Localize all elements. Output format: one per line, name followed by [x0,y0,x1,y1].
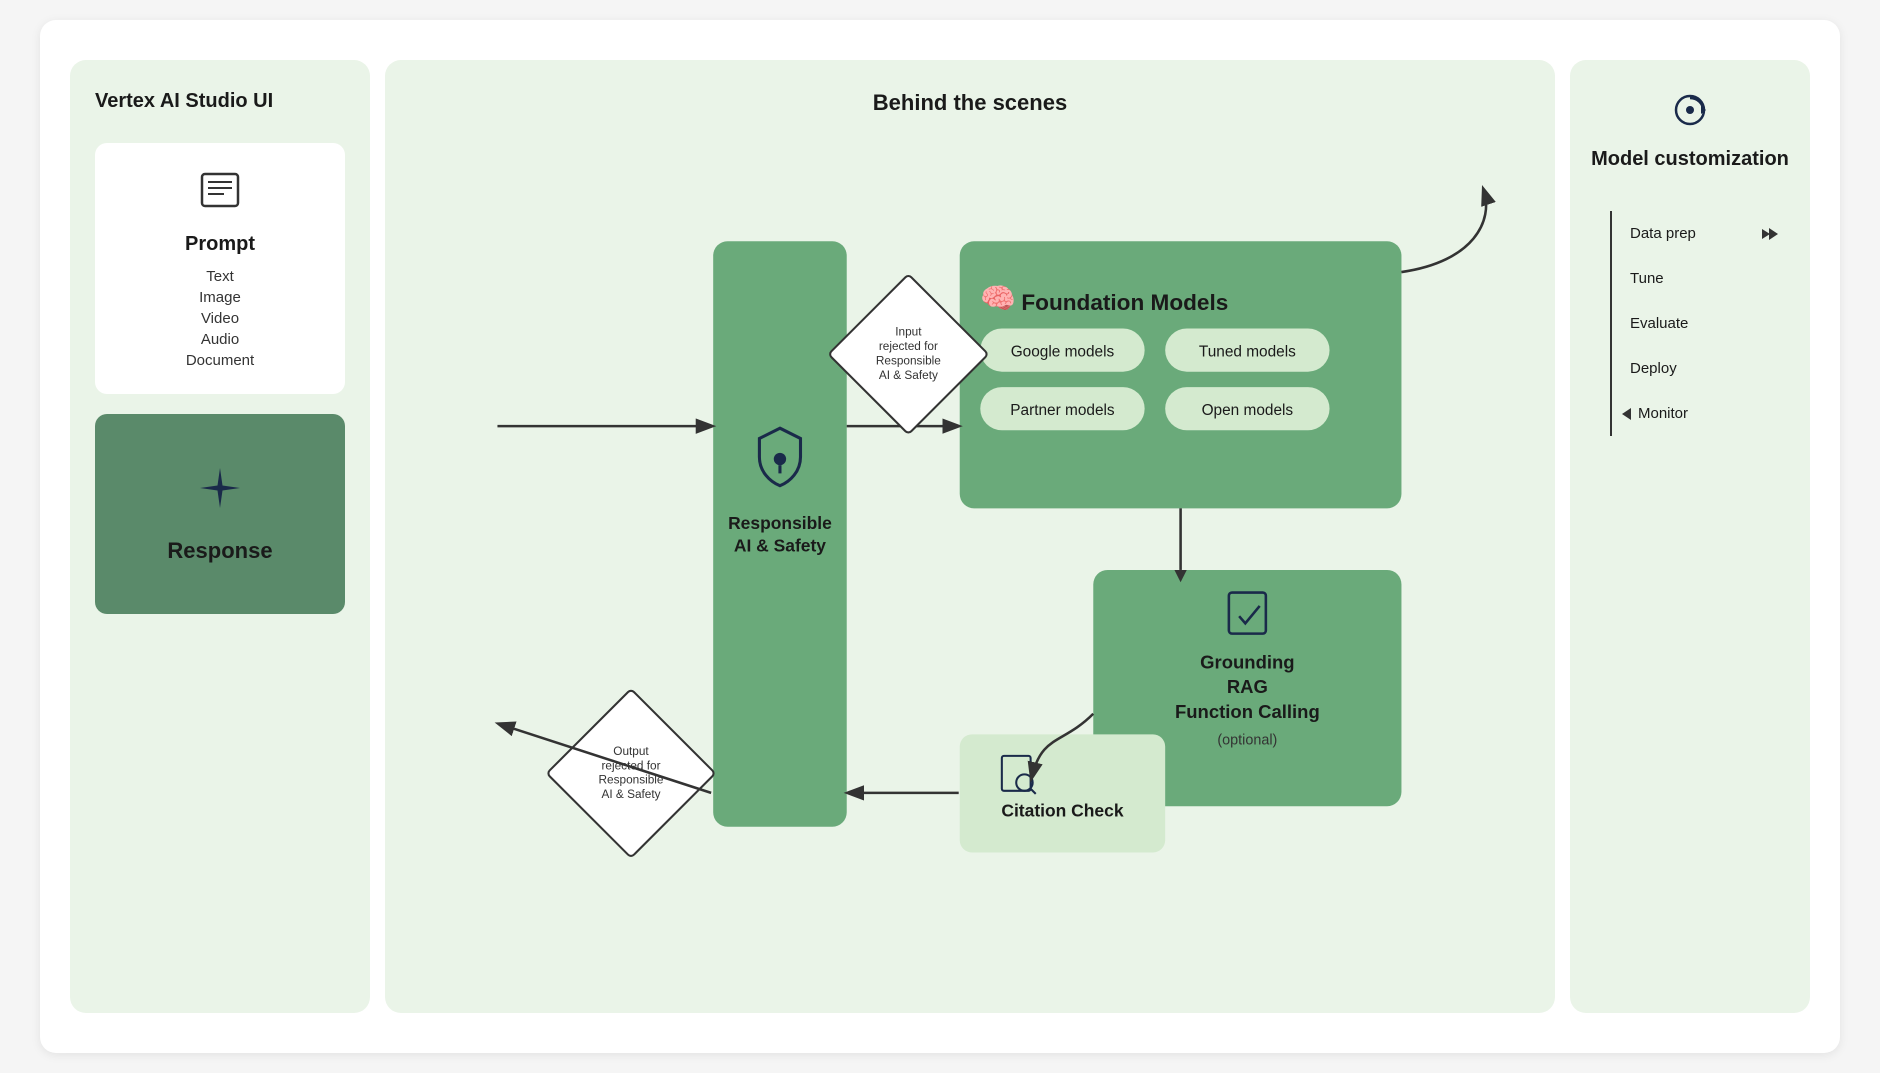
refresh-icon [1670,90,1710,138]
step-tune: Tune [1610,256,1770,301]
prompt-title: Prompt [185,233,255,256]
prompt-item-video: Video [201,310,239,327]
svg-text:Google models: Google models [1011,343,1115,360]
prompt-icon [198,168,242,221]
fm-title: Foundation Models [1021,290,1228,315]
right-panel: Model customization Data prep Tune Evalu… [1570,60,1810,1013]
right-panel-title: Model customization [1591,148,1789,171]
svg-text:(optional): (optional) [1217,733,1277,749]
response-title: Response [167,538,272,564]
diagram-area: Responsible AI & Safety 🧠 Foundation Mod… [405,136,1535,983]
svg-text:Citation Check: Citation Check [1001,800,1123,820]
middle-title: Behind the scenes [405,90,1535,116]
step-data-prep: Data prep [1610,211,1770,256]
svg-text:Function Calling: Function Calling [1175,701,1320,722]
svg-text:Tuned models: Tuned models [1199,343,1296,360]
star-icon [196,464,244,522]
svg-text:RAG: RAG [1227,676,1268,697]
svg-text:Output: Output [613,744,649,758]
prompt-item-text: Text [206,268,234,285]
left-panel: Vertex AI Studio UI Prompt Text Image Vi… [70,60,370,1013]
customize-steps: Data prep Tune Evaluate Deploy Monitor [1590,211,1790,436]
rai-label: Responsible [728,513,832,533]
main-container: Vertex AI Studio UI Prompt Text Image Vi… [40,20,1840,1053]
svg-text:🧠: 🧠 [980,283,1016,315]
svg-text:rejected for: rejected for [879,339,938,353]
prompt-item-audio: Audio [201,331,239,348]
prompt-items: Text Image Video Audio Document [186,268,254,369]
prompt-item-document: Document [186,352,254,369]
svg-text:Open models: Open models [1202,402,1294,419]
prompt-item-image: Image [199,289,241,306]
svg-text:AI & Safety: AI & Safety [879,368,938,382]
svg-text:AI & Safety: AI & Safety [601,787,660,801]
svg-text:Grounding: Grounding [1200,652,1294,673]
left-panel-title: Vertex AI Studio UI [95,90,345,113]
response-card: Response [95,414,345,614]
step-evaluate: Evaluate [1610,301,1770,346]
middle-panel: Behind the scenes Responsible AI & Safet… [385,60,1555,1013]
rai-label2: AI & Safety [734,535,826,555]
prompt-card: Prompt Text Image Video Audio Document [95,143,345,394]
step-deploy: Deploy [1610,346,1770,391]
svg-text:Input: Input [895,325,922,339]
svg-text:Responsible: Responsible [876,353,941,367]
step-monitor: Monitor [1610,391,1770,436]
svg-text:Partner models: Partner models [1010,402,1115,419]
